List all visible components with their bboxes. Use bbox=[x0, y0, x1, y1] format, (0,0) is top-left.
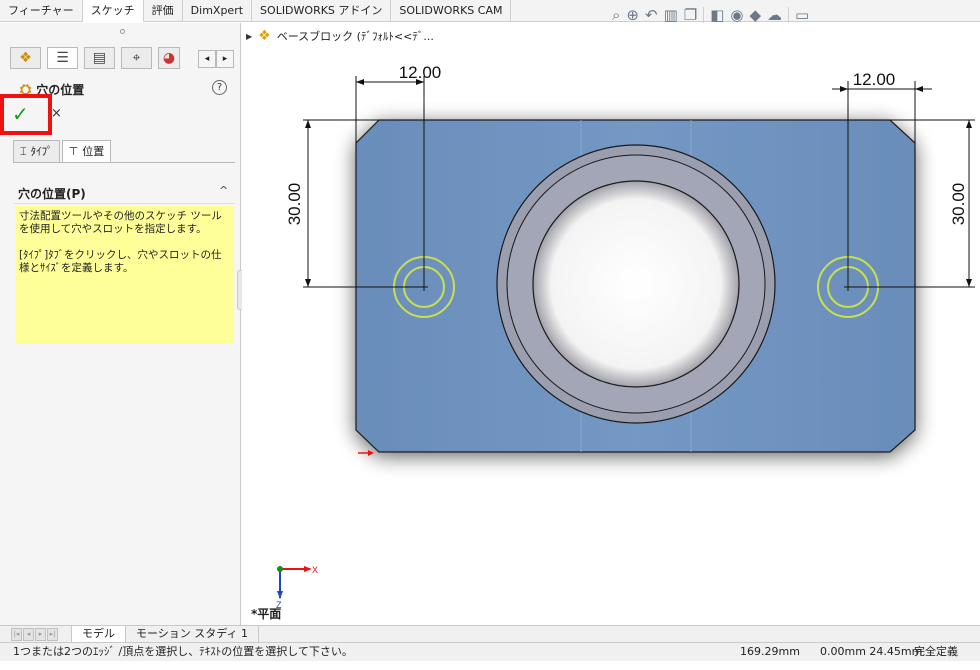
plane-label: *平面 bbox=[251, 607, 282, 621]
axis-x-label: X bbox=[312, 565, 318, 575]
tab-model[interactable]: モデル bbox=[71, 625, 126, 643]
scroll-right-button[interactable]: ▸ bbox=[216, 50, 234, 68]
section-view-icon[interactable]: ▥ bbox=[664, 6, 678, 24]
note-paragraph-2: [ﾀｲﾌﾟ]ﾀﾌﾞをクリックし、穴やスロットの仕様とｻｲｽﾞを定義します。 bbox=[19, 249, 222, 274]
reference-triad: X Z bbox=[276, 565, 318, 610]
dim-top-left[interactable]: 12.00 bbox=[399, 63, 442, 82]
tab-divider bbox=[13, 162, 235, 163]
group-title: 穴の位置(P) bbox=[18, 187, 86, 201]
tab-scroll-arrows: ◂ ▸ bbox=[198, 50, 234, 68]
manager-tabs: ❖ ☰ ▤ ⌖ ◕ bbox=[10, 47, 186, 69]
tab-position-label: 位置 bbox=[82, 145, 105, 158]
tab-type-label: ﾀｲﾌﾟ bbox=[30, 145, 53, 158]
tab-motion-study[interactable]: モーション スタディ 1 bbox=[126, 625, 260, 643]
tab-evaluate[interactable]: 評価 bbox=[144, 0, 183, 22]
tab-sketch[interactable]: スケッチ bbox=[82, 0, 144, 22]
last-tab-button[interactable]: ▸| bbox=[47, 627, 58, 641]
solidworks-window: フィーチャー スケッチ 評価 DimXpert SOLIDWORKS アドイン … bbox=[0, 0, 980, 670]
hide-show-icon[interactable]: ◉ bbox=[730, 6, 743, 24]
group-divider bbox=[14, 203, 234, 204]
status-coordinates: 0.00mm 24.45mm bbox=[820, 645, 923, 658]
tab-dimxpert[interactable]: DimXpert bbox=[183, 0, 253, 22]
model-view: 12.00 12.00 30.00 30.00 X Z bbox=[276, 63, 975, 610]
first-tab-button[interactable]: |◂ bbox=[11, 627, 22, 641]
tab-type[interactable]: ⌶ ﾀｲﾌﾟ bbox=[13, 140, 60, 163]
help-button[interactable]: ? bbox=[212, 80, 227, 95]
tab-position[interactable]: ⊤ 位置 bbox=[61, 140, 112, 163]
displaymanager-tab[interactable]: ◕ bbox=[158, 47, 180, 69]
tab-solidworks-cam[interactable]: SOLIDWORKS CAM bbox=[391, 0, 512, 22]
status-message: 1つまたは2つのｴｯｼﾞ /頂点を選択し、ﾃｷｽﾄの位置を選択して下さい。 bbox=[13, 645, 353, 658]
ok-button-highlight: ✓ bbox=[0, 94, 52, 135]
apply-scene-icon[interactable]: ☁ bbox=[767, 6, 782, 24]
cancel-button[interactable]: × bbox=[51, 106, 62, 121]
previous-view-icon[interactable]: ↶ bbox=[645, 6, 658, 24]
note-paragraph-1: 寸法配置ツールやその他のスケッチ ツールを使用して穴やスロットを指定します。 bbox=[19, 210, 222, 235]
dim-side-left[interactable]: 30.00 bbox=[285, 183, 304, 226]
configurationmanager-tab[interactable]: ▤ bbox=[84, 47, 115, 69]
feature-tree-icon: ❖ bbox=[19, 50, 32, 66]
ok-button[interactable]: ✓ bbox=[12, 102, 29, 126]
status-definition: 完全定義 bbox=[914, 645, 958, 658]
command-manager-tabs: フィーチャー スケッチ 評価 DimXpert SOLIDWORKS アドイン … bbox=[0, 0, 980, 22]
display-style-icon[interactable]: ◧ bbox=[710, 6, 724, 24]
collapse-icon[interactable]: ^ bbox=[219, 184, 228, 197]
property-list-icon: ☰ bbox=[56, 50, 69, 66]
dim-side-right[interactable]: 30.00 bbox=[949, 183, 968, 226]
edit-appearance-icon[interactable]: ◆ bbox=[749, 6, 761, 24]
propertymanager-tab[interactable]: ☰ bbox=[47, 47, 78, 69]
position-tab-icon: ⊤ bbox=[68, 145, 79, 158]
hole-subtabs: ⌶ ﾀｲﾌﾟ ⊤ 位置 bbox=[13, 140, 113, 163]
color-wheel-icon: ◕ bbox=[162, 50, 176, 66]
instruction-note: 寸法配置ツールやその他のスケッチ ツールを使用して穴やスロットを指定します。 [… bbox=[15, 206, 234, 343]
featuremanager-tab[interactable]: ❖ bbox=[10, 47, 41, 69]
view-orientation-icon[interactable]: ❐ bbox=[684, 6, 697, 24]
tab-features[interactable]: フィーチャー bbox=[0, 0, 83, 22]
configuration-icon: ▤ bbox=[92, 50, 107, 66]
splitter-handle[interactable] bbox=[120, 29, 125, 34]
crosshair-icon: ⌖ bbox=[132, 50, 141, 66]
bore-hole[interactable] bbox=[532, 180, 740, 388]
tab-solidworks-addins[interactable]: SOLIDWORKS アドイン bbox=[252, 0, 392, 22]
scroll-left-button[interactable]: ◂ bbox=[198, 50, 216, 68]
next-tab-button[interactable]: ▸ bbox=[35, 627, 46, 641]
dim-top-right[interactable]: 12.00 bbox=[853, 70, 896, 89]
zoom-to-fit-icon[interactable]: ⌕ bbox=[612, 6, 620, 24]
status-length: 169.29mm bbox=[740, 645, 800, 658]
status-bar: 1つまたは2つのｴｯｼﾞ /頂点を選択し、ﾃｷｽﾄの位置を選択して下さい。 16… bbox=[0, 642, 980, 661]
tab-nav-arrows: |◂ ◂ ▸ ▸| bbox=[11, 627, 59, 641]
dimxpertmanager-tab[interactable]: ⌖ bbox=[121, 47, 152, 69]
view-settings-icon[interactable]: ▭ bbox=[795, 6, 809, 24]
prev-tab-button[interactable]: ◂ bbox=[23, 627, 34, 641]
origin-arrow-head bbox=[368, 450, 374, 456]
zoom-area-icon[interactable]: ⊕ bbox=[626, 6, 639, 24]
type-tab-icon: ⌶ bbox=[20, 145, 27, 158]
bottom-tabs: |◂ ◂ ▸ ▸| モデル モーション スタディ 1 bbox=[0, 625, 980, 643]
